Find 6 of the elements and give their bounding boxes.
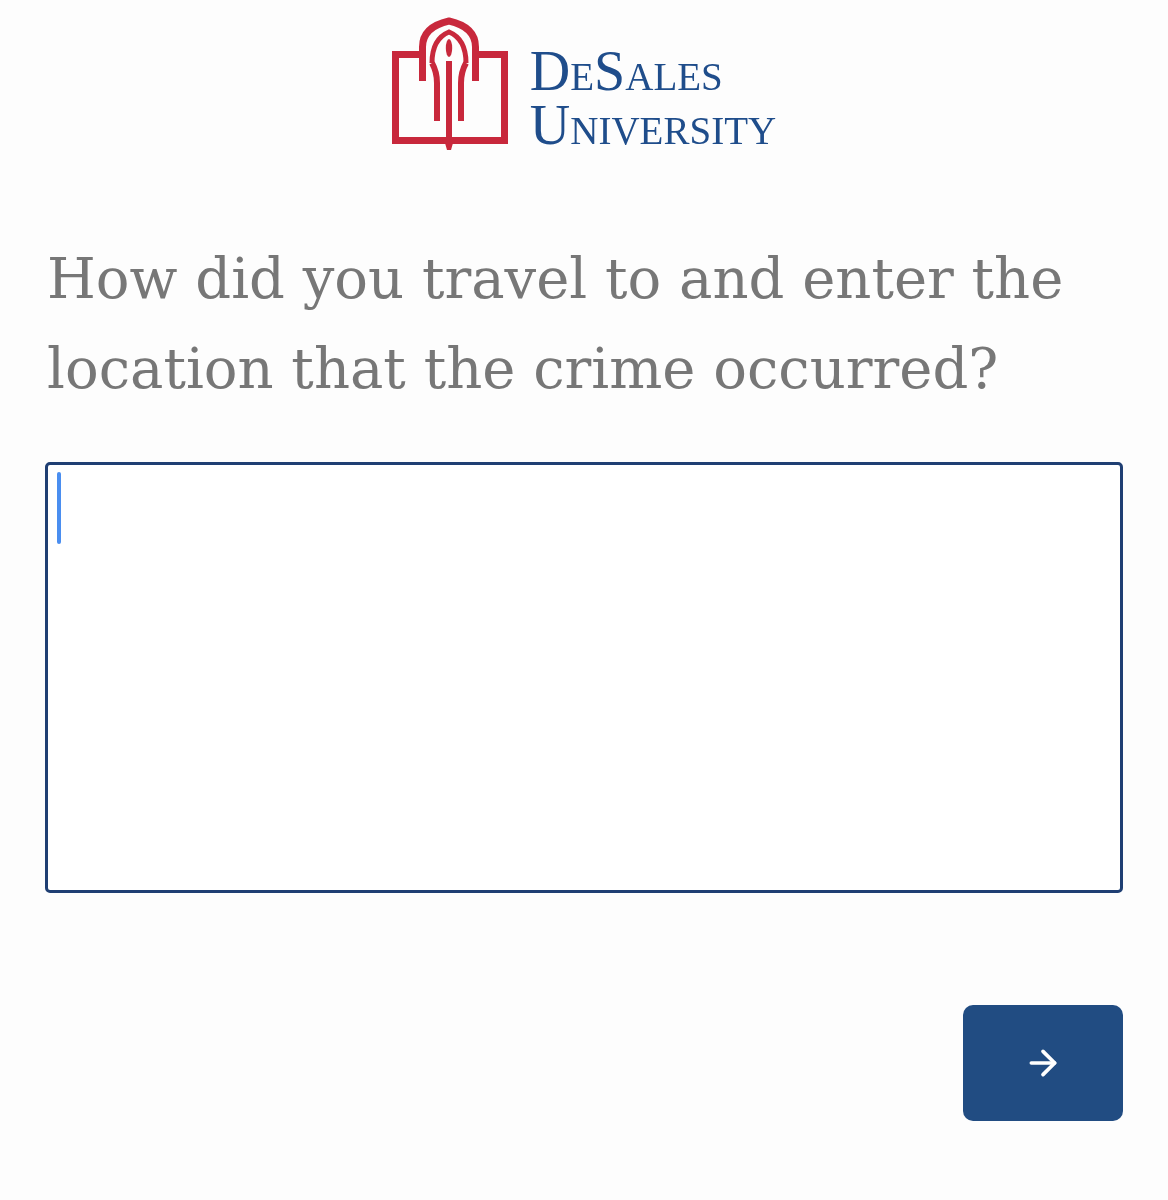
logo-icon <box>391 17 508 151</box>
university-name: DeSales <box>529 44 724 98</box>
answer-field[interactable] <box>45 462 1123 893</box>
next-button[interactable] <box>963 1005 1123 1121</box>
university-name: University <box>529 98 777 152</box>
question-text: How did you travel to and enter the location that the crime occurred? <box>46 245 1065 403</box>
